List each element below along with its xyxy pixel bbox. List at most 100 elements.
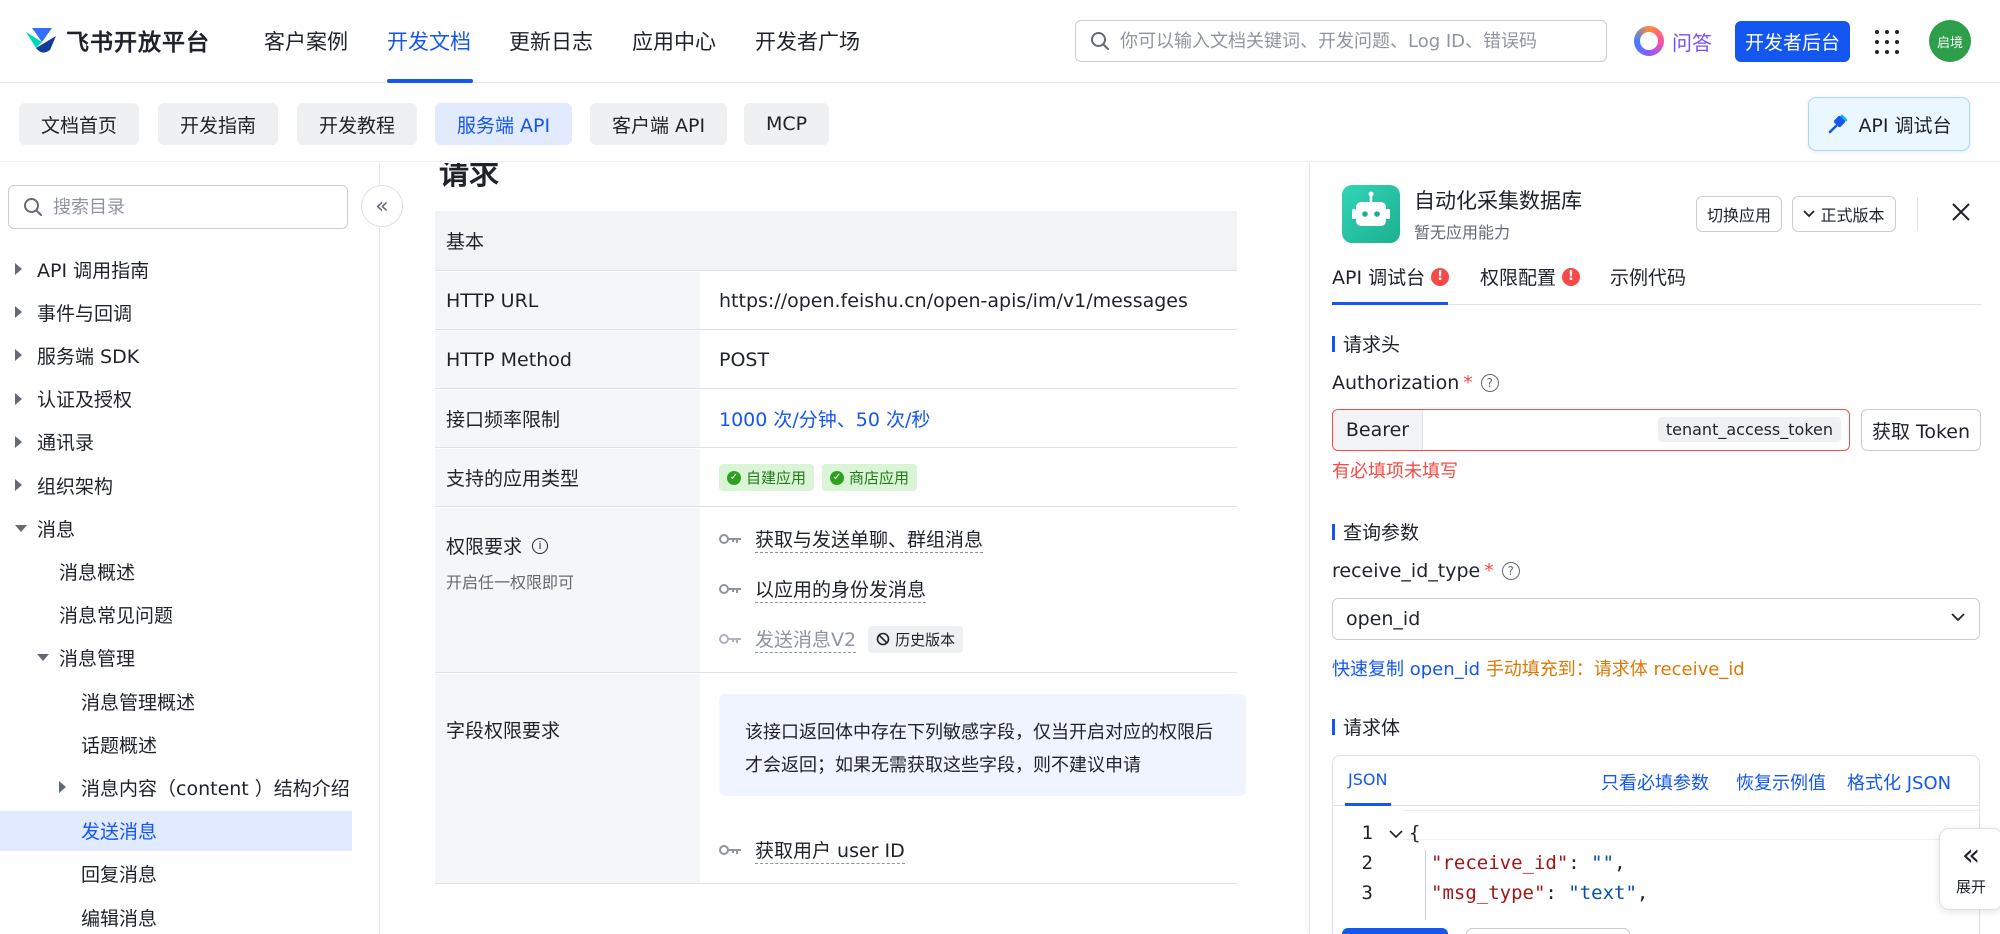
get-token-button[interactable]: 获取 Token — [1861, 409, 1981, 451]
qa-button[interactable]: 问答 — [1634, 26, 1712, 56]
permission-item[interactable]: 获取用户 user ID — [719, 836, 905, 864]
receive-id-type-select[interactable]: open_id — [1332, 598, 1980, 640]
sidebar-item[interactable]: 消息内容（content ）结构介绍 — [0, 767, 352, 807]
caret-right-icon[interactable] — [15, 435, 22, 448]
sidebar-item[interactable]: 消息管理概述 — [0, 681, 352, 721]
sidebar-item[interactable]: 消息概述 — [0, 551, 352, 591]
sidebar-item-label: 组织架构 — [37, 475, 114, 498]
tab-active-indicator — [1332, 302, 1448, 305]
expand-panel-button[interactable]: « 展开 — [1939, 828, 2000, 910]
chip-server-api[interactable]: 服务端 API — [435, 103, 573, 145]
close-icon[interactable] — [1950, 201, 1972, 223]
history-tag-label: 历史版本 — [895, 630, 956, 649]
caret-right-icon[interactable] — [15, 479, 22, 491]
info-icon[interactable]: i — [532, 537, 549, 554]
format-json-button[interactable]: 格式化 JSON — [1847, 769, 1951, 795]
secondary-button[interactable] — [1466, 928, 1630, 934]
tab-label: API 调试台 — [1332, 267, 1426, 289]
sidebar-item[interactable]: 消息常见问题 — [0, 595, 352, 635]
help-icon[interactable]: ? — [1480, 374, 1499, 392]
doc-content: 请求 基本 HTTP URL https://open.feishu.cn/op… — [381, 163, 1309, 934]
restore-example-button[interactable]: 恢复示例值 — [1736, 769, 1826, 795]
caret-right-icon[interactable] — [15, 392, 22, 405]
code-text: { — [1409, 822, 1421, 844]
help-icon[interactable]: ? — [1501, 562, 1520, 580]
tab-sample-code[interactable]: 示例代码 — [1610, 263, 1686, 290]
nav-dev-square[interactable]: 开发者广场 — [755, 26, 860, 56]
code-line: 3 "msg_type": "text", — [1333, 882, 1933, 912]
fold-chevron-icon[interactable] — [1389, 830, 1403, 839]
sidebar-item[interactable]: 消息 — [0, 508, 352, 548]
section-heading: 请求 — [439, 163, 499, 192]
permission-item[interactable]: 以应用的身份发消息 — [719, 575, 927, 603]
send-request-button[interactable] — [1342, 928, 1448, 934]
sidebar-item[interactable]: 消息管理 — [0, 638, 352, 678]
row-key: 权限要求 i 开启任一权限即可 — [435, 508, 700, 672]
http-url-value: https://open.feishu.cn/open-apis/im/v1/m… — [719, 289, 1188, 312]
sidebar-item[interactable]: 话题概述 — [0, 724, 352, 764]
avatar[interactable]: 启境 — [1929, 20, 1971, 62]
global-search-input[interactable] — [1120, 30, 1580, 52]
caret-right-icon[interactable] — [59, 781, 66, 794]
nav-app-center[interactable]: 应用中心 — [632, 26, 716, 56]
authorization-input[interactable]: Bearer tenant_access_token — [1332, 409, 1850, 451]
chip-dev-guide[interactable]: 开发指南 — [158, 103, 279, 145]
switch-app-button[interactable]: 切换应用 — [1696, 196, 1782, 232]
table-row: HTTP URL https://open.feishu.cn/open-api… — [435, 272, 1237, 330]
caret-right-icon[interactable] — [15, 349, 22, 362]
permission-item[interactable]: 获取与发送单聊、群组消息 — [719, 525, 984, 553]
permission-label: 获取与发送单聊、群组消息 — [755, 525, 984, 553]
caret-right-icon[interactable] — [15, 306, 22, 319]
api-console-button[interactable]: API 调试台 — [1808, 97, 1970, 151]
row-key: HTTP Method — [435, 331, 700, 388]
sidebar-item[interactable]: 编辑消息 — [0, 897, 352, 934]
app-grid-icon[interactable] — [1875, 30, 1899, 54]
sidebar-item[interactable]: 认证及授权 — [0, 379, 352, 419]
caret-down-icon[interactable] — [15, 524, 27, 532]
version-select[interactable]: 正式版本 — [1792, 196, 1896, 232]
field-perm-notice: 该接口返回体中存在下列敏感字段，仅当开启对应的权限后才会返回；如果无需获取这些字… — [719, 694, 1246, 796]
sidebar-item[interactable]: 通讯录 — [0, 422, 352, 462]
sidebar-item-label: 消息管理 — [59, 648, 136, 671]
permission-item[interactable]: 发送消息V2 历史版本 — [719, 625, 964, 653]
top-nav: 飞书开放平台 客户案例 开发文档 更新日志 应用中心 开发者广场 问答 开发者后… — [0, 0, 2000, 83]
logo[interactable]: 飞书开放平台 — [22, 22, 210, 58]
sidebar-item[interactable]: 回复消息 — [0, 854, 352, 894]
nav-customer-cases[interactable]: 客户案例 — [264, 26, 348, 56]
permission-label: 获取用户 user ID — [755, 836, 905, 864]
sidebar-item[interactable]: 服务端 SDK — [0, 335, 352, 375]
quick-fill-link[interactable]: 手动填充到：请求体 receive_id — [1486, 659, 1745, 680]
dev-console-button[interactable]: 开发者后台 — [1735, 21, 1850, 62]
quick-copy-link[interactable]: 快速复制 open_id — [1332, 659, 1480, 680]
only-required-button[interactable]: 只看必填参数 — [1601, 769, 1709, 795]
warning-icon: ! — [1431, 267, 1450, 286]
nav-dev-docs[interactable]: 开发文档 — [387, 26, 471, 56]
collapse-sidebar-button[interactable]: « — [361, 185, 403, 227]
sidebar-item[interactable]: API 调用指南 — [0, 249, 352, 289]
token-type-tag[interactable]: tenant_access_token — [1657, 417, 1841, 442]
http-method-value: POST — [719, 348, 770, 371]
chip-doc-home[interactable]: 文档首页 — [19, 103, 140, 145]
json-editor[interactable]: JSON 只看必填参数 恢复示例值 格式化 JSON 1 { 2 "receiv… — [1332, 755, 1980, 934]
chip-client-api[interactable]: 客户端 API — [590, 103, 728, 145]
sidebar-item[interactable]: 发送消息 — [0, 810, 352, 851]
chip-dev-tutorial[interactable]: 开发教程 — [297, 103, 418, 145]
sidebar-item[interactable]: 事件与回调 — [0, 292, 352, 332]
editor-tab-json[interactable]: JSON — [1348, 770, 1387, 789]
global-search[interactable] — [1075, 20, 1607, 62]
nav-changelog[interactable]: 更新日志 — [509, 26, 593, 56]
caret-down-icon[interactable] — [37, 654, 49, 662]
caret-right-icon[interactable] — [15, 263, 22, 275]
chip-mcp[interactable]: MCP — [744, 103, 830, 145]
sidebar-item-label: 消息 — [37, 518, 76, 541]
tab-api-console[interactable]: API 调试台 ! — [1332, 263, 1450, 290]
tab-permission-config[interactable]: 权限配置 ! — [1480, 263, 1581, 290]
rate-limit-link[interactable]: 1000 次/分钟、50 次/秒 — [719, 405, 930, 432]
version-label: 正式版本 — [1820, 206, 1885, 225]
field-label-text: receive_id_type — [1332, 560, 1481, 582]
sidebar-item[interactable]: 组织架构 — [0, 465, 352, 505]
sidebar-item-label: 认证及授权 — [37, 389, 133, 412]
catalog-search-input[interactable] — [53, 196, 333, 218]
catalog-search[interactable] — [8, 185, 348, 229]
double-chevron-left-icon: « — [1961, 837, 1981, 873]
